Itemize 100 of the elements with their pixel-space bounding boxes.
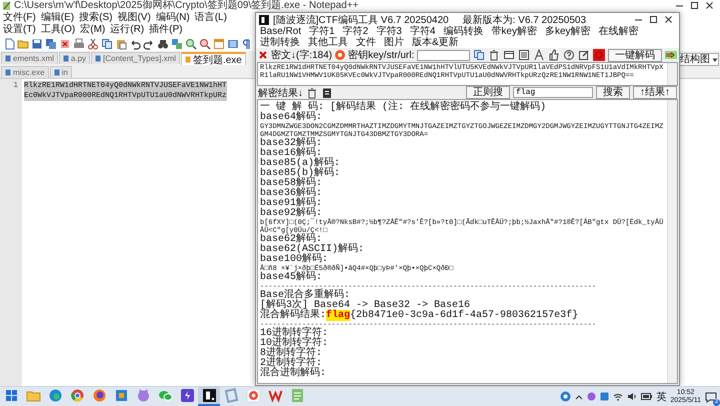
menu-item[interactable]: 字符4 [410,26,436,37]
dropdown-arrow-icon [712,56,718,62]
decode-button[interactable]: 一键解码 [608,48,662,62]
chevron-up-icon[interactable] [575,392,584,400]
browser-icon [92,388,106,403]
menu-item[interactable]: 字符1 [309,26,335,37]
menu-item[interactable]: 编辑(E) [40,12,74,24]
maximize-icon[interactable] [649,15,658,24]
menu-item[interactable]: 多key解密 [544,26,591,37]
input-method-indicator[interactable]: 英 [656,390,666,404]
redo-icon[interactable] [143,38,155,50]
result-label: base45解码: [260,272,322,283]
search-match: flag [326,310,350,321]
results-label: 解密结果↓ [258,86,303,100]
menu-item[interactable]: 版本&更新 [412,37,459,48]
maximize-icon[interactable] [690,1,699,10]
undo-icon[interactable] [129,38,141,50]
cross-icon[interactable] [258,50,268,60]
menu-item[interactable]: 工具(O) [40,24,76,36]
copy-icon[interactable] [473,49,485,61]
version-note: 最新版本为: V6.7 20250503 [462,14,586,26]
menu-item[interactable]: 字符3 [376,26,402,37]
file-icon [184,56,191,63]
help-icon[interactable] [563,49,575,61]
close-icon[interactable] [664,15,673,24]
ciphertext-label: 密文↓(字:184) [271,48,332,62]
file-tab[interactable]: ements.xml [1,52,58,64]
menu-item[interactable]: 编码(N) [156,12,190,24]
trash-icon[interactable] [306,86,318,98]
file-tab[interactable]: 签到题.exe [180,52,246,65]
document-icon [290,388,304,403]
print-icon[interactable] [73,38,85,50]
edit-icon[interactable] [578,49,590,61]
result-value: {2b8471e0-3c9a-6d1f-4a57-980362157e3f} [350,310,578,321]
menu-item[interactable]: 在线解密 [598,26,639,37]
lightning-icon [180,388,194,403]
list-icon[interactable] [518,49,530,61]
cut-icon[interactable] [87,38,99,50]
result-label: 混合进制解码: [260,368,326,379]
zoom-out-icon[interactable] [199,38,211,50]
close-icon[interactable] [705,1,714,10]
menu-item[interactable]: 文件(F) [3,12,36,24]
font-size-icon[interactable] [533,49,545,61]
menu-item[interactable]: 文件 [356,37,376,48]
window-title: [随波逐流]CTF编码工具 V6.7 20250420 [273,14,449,26]
previous-result-button[interactable]: ↑结果↑ [633,86,677,99]
search-field[interactable]: flag [513,87,593,98]
menu-item[interactable]: 运行(R) [110,24,144,36]
paste-icon[interactable] [115,38,127,50]
taskbar-app[interactable] [198,387,220,406]
result-note: [解码结果 (注: 在线解密密码不参与一键解码) [330,102,546,113]
result-label: 混合解码结果: [260,310,326,321]
menu-item[interactable]: 设置(T) [3,24,36,36]
file-tab[interactable]: a.py [58,52,90,64]
zoom-in-icon[interactable] [185,38,197,50]
result-label: base62(ASCII)解码: [260,244,364,255]
menu-item[interactable]: 进制转换 [260,37,300,48]
file-tab[interactable]: in [50,66,72,78]
panel-icon[interactable] [503,49,515,61]
save-icon[interactable] [31,38,43,50]
regex-search-button[interactable]: 正则搜 [466,86,510,99]
scrollbar[interactable] [667,100,677,383]
file-tab[interactable]: misc.exe [1,66,49,78]
binoculars-icon[interactable] [157,38,169,50]
menu-item[interactable]: 插件(P) [149,24,182,36]
structure-dropdown[interactable]: 结构图 [679,53,719,66]
thumbs-up-icon[interactable] [548,49,560,61]
browser-icon [48,388,62,403]
close-file-icon[interactable] [59,38,71,50]
menu-item[interactable]: 带key解密 [491,26,537,37]
browser-icon [70,388,84,403]
tile-icon [202,388,216,403]
square-icon[interactable] [600,392,610,401]
wifi-icon[interactable] [613,392,624,401]
file-tab[interactable]: [Content_Types].xml [91,52,180,64]
result-label: base92解码: [260,208,322,219]
result-label: base64解码: [260,112,322,123]
key-field[interactable] [417,50,470,60]
menu-item[interactable]: 视图(V) [117,12,151,24]
trash-icon[interactable] [488,49,500,61]
key-label: 密钥key/str/url: [348,48,414,62]
copy-icon[interactable] [101,38,113,50]
circle-icon[interactable] [587,392,596,401]
chat-bubble-icon[interactable] [705,390,717,402]
result-label: base85(b)解码: [260,168,340,179]
speaker-icon[interactable] [627,392,638,401]
battery-icon[interactable] [641,393,652,400]
menu-item[interactable]: 图片 [384,37,404,48]
search-button[interactable]: 搜索 [596,86,630,99]
clipboard-icon[interactable] [321,86,333,98]
menu-item[interactable]: 宏(M) [80,24,106,36]
menu-item[interactable]: 语言(L) [194,12,227,24]
menu-item[interactable]: Base/Rot [260,26,302,37]
menu-item[interactable]: 字符2 [342,26,368,37]
menu-item[interactable]: 其他工具 [308,37,348,48]
save-all-icon[interactable] [45,38,57,50]
cat-icon [136,388,150,403]
indent-icon[interactable] [227,38,239,50]
menu-item[interactable]: 搜索(S) [79,12,112,24]
menu-item[interactable]: 编码转换 [443,26,484,37]
